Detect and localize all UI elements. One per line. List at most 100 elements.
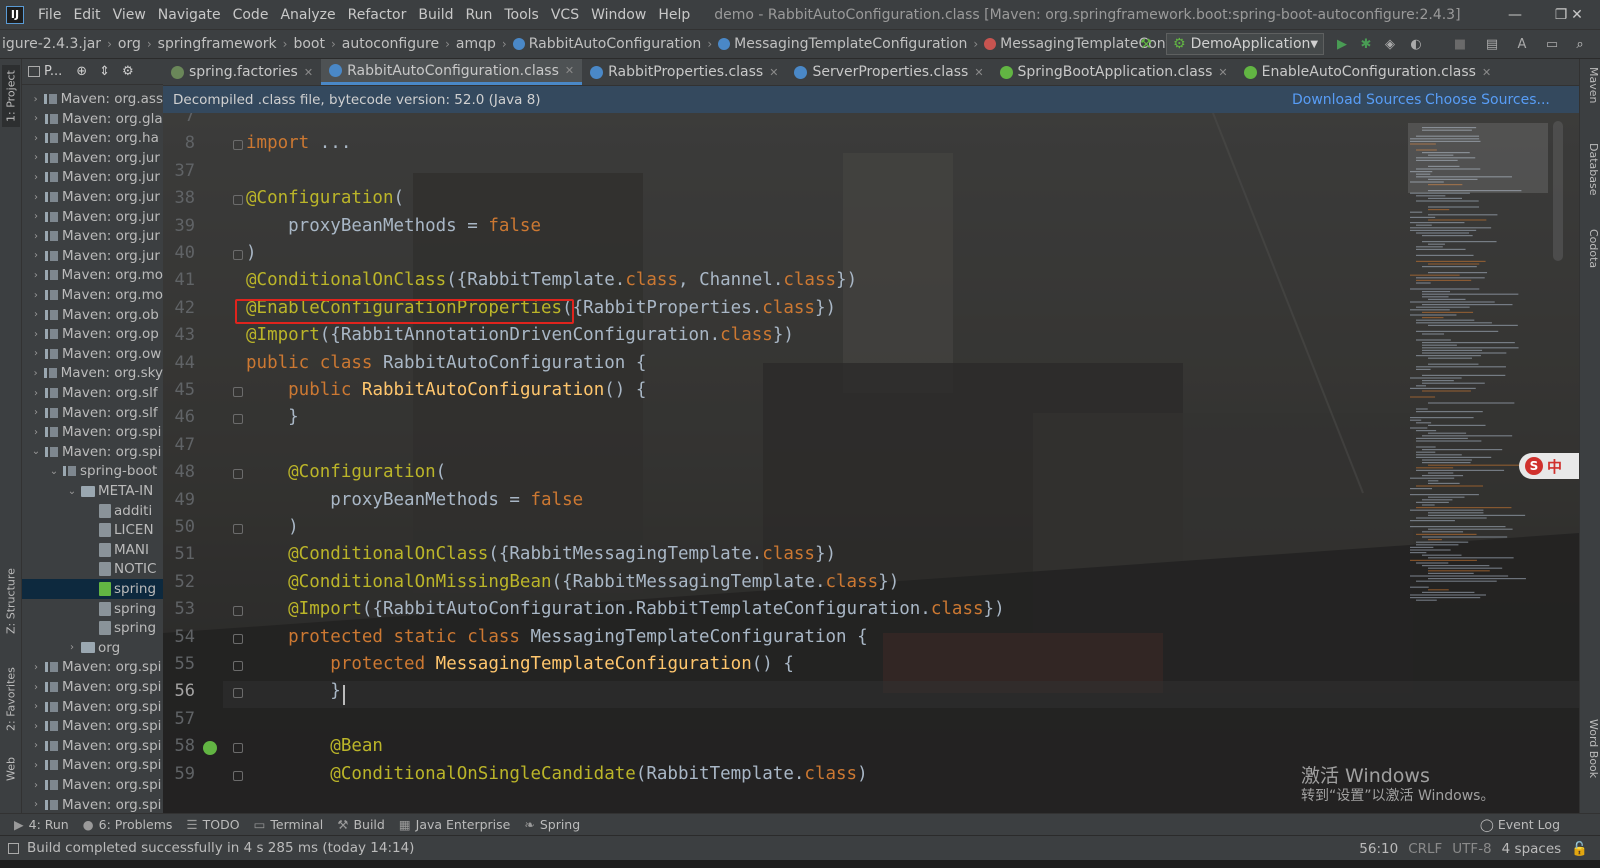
editor-tab[interactable]: spring.factories ✕ <box>163 59 321 85</box>
caret-position[interactable]: 56:10 <box>1359 841 1398 857</box>
expand-arrow-icon[interactable]: › <box>30 760 42 771</box>
expand-arrow-icon[interactable]: › <box>30 388 42 399</box>
editor-tab[interactable]: RabbitProperties.class ✕ <box>582 59 786 85</box>
locate-icon[interactable]: ⊕ <box>76 64 87 79</box>
run-configuration-select[interactable]: ⚙ DemoApplication ▼ <box>1166 33 1324 55</box>
project-view-select[interactable]: P... <box>44 64 62 79</box>
tree-item[interactable]: › Maven: org.ha <box>22 128 163 148</box>
expand-arrow-icon[interactable]: › <box>30 721 42 732</box>
close-tab-icon[interactable]: ✕ <box>565 64 574 77</box>
tree-item[interactable]: NOTIC <box>22 559 163 579</box>
expand-arrow-icon[interactable]: › <box>30 780 42 791</box>
tree-item[interactable]: ⌄ META-IN <box>22 481 163 501</box>
tree-item[interactable]: spring <box>22 618 163 638</box>
project-tool-tab[interactable]: 1: Project <box>2 65 20 127</box>
run-icon[interactable]: ▶ <box>1334 36 1350 52</box>
fold-marker-icon[interactable] <box>233 688 243 699</box>
file-encoding[interactable]: UTF-8 <box>1452 841 1491 857</box>
translate-icon[interactable]: A <box>1514 36 1530 52</box>
breadcrumb-item[interactable]: boot <box>291 36 327 52</box>
hammer-icon[interactable]: ⚒ <box>1138 36 1154 52</box>
collapse-all-icon[interactable]: ⇕ <box>99 64 110 79</box>
indent-setting[interactable]: 4 spaces <box>1502 841 1562 857</box>
tree-item[interactable]: › Maven: org.spi <box>22 716 163 736</box>
tool-window-spring[interactable]: ❧ Spring <box>524 817 580 832</box>
tree-item[interactable]: › Maven: org.gla <box>22 109 163 129</box>
tree-item[interactable]: › Maven: org.jur <box>22 167 163 187</box>
fold-marker-icon[interactable] <box>233 661 243 671</box>
menu-view[interactable]: View <box>107 7 152 23</box>
code-editor[interactable]: 7 8 37 38 39 40 41 42 43 44 45 46 47 48 49 50 51 52 53 54 55… <box>163 113 1579 813</box>
tree-item[interactable]: › Maven: org.spi <box>22 657 163 677</box>
tree-item[interactable]: › Maven: org.jur <box>22 148 163 168</box>
tree-item[interactable]: › org <box>22 638 163 658</box>
close-tab-icon[interactable]: ✕ <box>769 66 778 79</box>
expand-arrow-icon[interactable]: › <box>30 231 42 242</box>
editor-tab[interactable]: ServerProperties.class ✕ <box>786 59 991 85</box>
editor-tab[interactable]: SpringBootApplication.class ✕ <box>992 59 1236 85</box>
tree-item[interactable]: MANI <box>22 540 163 560</box>
expand-arrow-icon[interactable]: › <box>30 329 42 340</box>
tool-window-build[interactable]: ⚒ Build <box>337 817 385 832</box>
profile-icon[interactable]: ◐ <box>1408 36 1424 52</box>
database-tool-tab[interactable]: Database <box>1582 143 1600 196</box>
tree-item[interactable]: › Maven: org.mo <box>22 285 163 305</box>
tree-item[interactable]: › Maven: org.spi <box>22 775 163 795</box>
ime-indicator[interactable]: S 中 <box>1519 453 1579 479</box>
menu-vcs[interactable]: VCS <box>545 7 585 23</box>
structure-tool-tab[interactable]: Z: Structure <box>2 561 20 641</box>
breadcrumb-item[interactable]: RabbitAutoConfiguration <box>511 36 704 52</box>
close-tab-icon[interactable]: ✕ <box>304 66 313 79</box>
tree-item[interactable]: › Maven: org.spi <box>22 677 163 697</box>
tree-item[interactable]: ⌄ spring-boot <box>22 461 163 481</box>
expand-arrow-icon[interactable]: › <box>30 368 41 379</box>
tree-item[interactable]: spring <box>22 599 163 619</box>
event-log-button[interactable]: ◯ Event Log <box>1480 817 1560 832</box>
expand-arrow-icon[interactable]: › <box>30 113 42 124</box>
tree-item[interactable]: › Maven: org.ass <box>22 89 163 109</box>
breadcrumb-item[interactable]: amqp <box>454 36 498 52</box>
line-separator[interactable]: CRLF <box>1408 841 1442 857</box>
editor-tab[interactable]: RabbitAutoConfiguration.class ✕ <box>321 59 583 85</box>
tree-item[interactable]: LICEN <box>22 520 163 540</box>
status-toggle-icon[interactable] <box>8 842 19 854</box>
tree-item[interactable]: › Maven: org.ow <box>22 344 163 364</box>
codota-tool-tab[interactable]: Codota <box>1582 229 1600 268</box>
breadcrumb-item[interactable]: MessagingTemplateConfiguration <box>716 36 969 52</box>
tree-item[interactable]: › Maven: org.jur <box>22 187 163 207</box>
download-sources-link[interactable]: Download Sources <box>1292 92 1421 108</box>
fold-marker-icon[interactable] <box>233 524 243 534</box>
close-tab-icon[interactable]: ✕ <box>974 66 983 79</box>
menu-refactor[interactable]: Refactor <box>342 7 413 23</box>
expand-arrow-icon[interactable]: › <box>30 152 42 163</box>
tool-window-run[interactable]: ▶ 4: Run <box>14 817 69 832</box>
fold-marker-icon[interactable] <box>233 606 243 617</box>
tree-item[interactable]: › Maven: org.mo <box>22 265 163 285</box>
tree-item[interactable]: › Maven: org.spi <box>22 795 163 815</box>
tree-item[interactable]: › Maven: org.sky <box>22 363 163 383</box>
editor-scrollbar[interactable] <box>1553 121 1563 261</box>
expand-arrow-icon[interactable]: › <box>30 133 42 144</box>
expand-arrow-icon[interactable]: › <box>30 309 42 320</box>
tool-window-terminal[interactable]: ▭ Terminal <box>254 817 324 832</box>
expand-arrow-icon[interactable]: › <box>30 250 42 261</box>
close-tab-icon[interactable]: ✕ <box>1218 66 1227 79</box>
expand-arrow-icon[interactable]: › <box>30 290 42 301</box>
wordbook-tool-tab[interactable]: Word Book <box>1582 719 1600 778</box>
tree-item[interactable]: additi <box>22 501 163 521</box>
tree-item[interactable]: › Maven: org.jur <box>22 207 163 227</box>
minimap-viewport[interactable] <box>1408 123 1548 193</box>
menu-build[interactable]: Build <box>412 7 459 23</box>
gear-icon[interactable]: ⚙ <box>122 64 134 79</box>
tree-item[interactable]: › Maven: org.jur <box>22 226 163 246</box>
menu-file[interactable]: File <box>32 7 67 23</box>
fold-marker-icon[interactable] <box>233 743 243 754</box>
menu-edit[interactable]: Edit <box>67 7 106 23</box>
spring-bean-gutter-icon[interactable] <box>203 741 217 756</box>
expand-arrow-icon[interactable]: › <box>30 172 42 183</box>
expand-arrow-icon[interactable]: ⌄ <box>66 486 78 497</box>
tree-item[interactable]: › Maven: org.jur <box>22 246 163 266</box>
expand-arrow-icon[interactable]: › <box>30 270 42 281</box>
expand-arrow-icon[interactable]: ⌄ <box>30 446 42 457</box>
tree-item[interactable]: ⌄ Maven: org.spi <box>22 442 163 462</box>
